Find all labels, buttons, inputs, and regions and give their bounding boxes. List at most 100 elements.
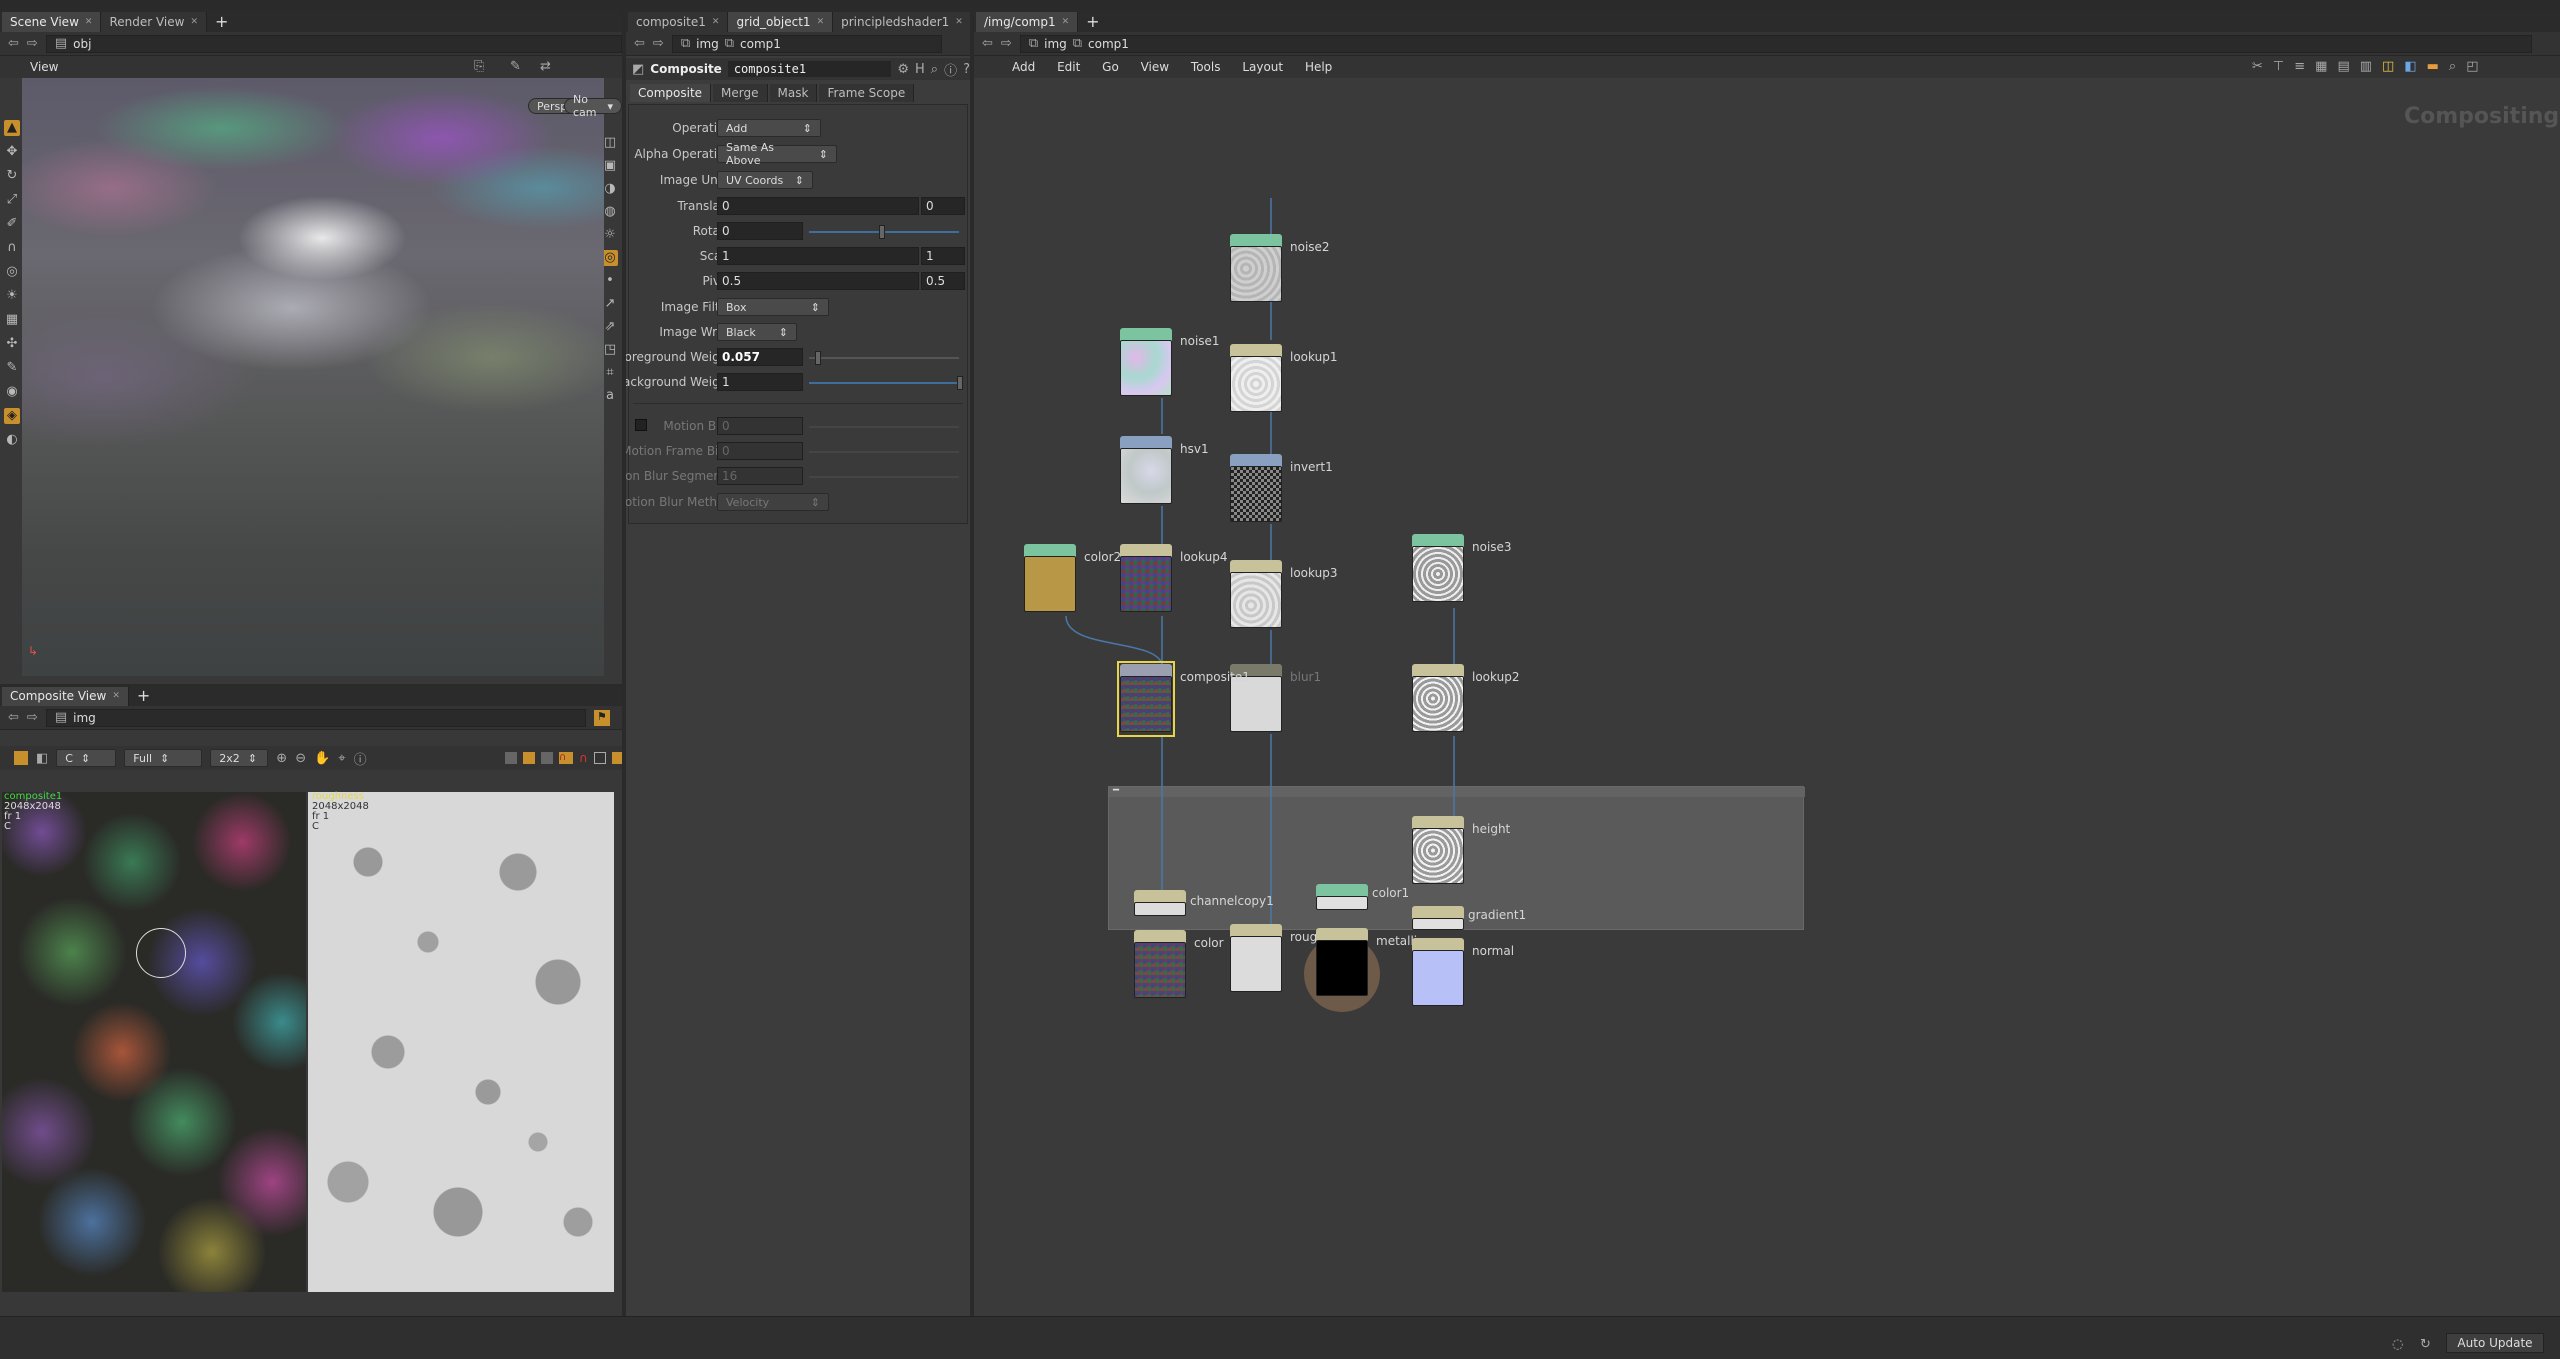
snap-icon[interactable]: ∩: [559, 752, 573, 764]
subtab-composite[interactable]: Composite: [630, 84, 712, 102]
compare-icon[interactable]: ◧: [36, 751, 48, 766]
viewer-handle-icon[interactable]: [136, 928, 186, 978]
forward-arrow-icon[interactable]: ⇨: [27, 36, 38, 51]
overlay-icon[interactable]: [523, 752, 535, 764]
scale-x-field[interactable]: 1: [717, 247, 919, 265]
shading-icon[interactable]: ◑: [602, 181, 618, 197]
gear-icon[interactable]: ⚙: [897, 62, 909, 77]
display-icon[interactable]: ◫: [602, 135, 618, 151]
back-arrow-icon[interactable]: ⇦: [8, 710, 19, 725]
camera-menu-button[interactable]: No cam ▾: [564, 93, 622, 119]
close-icon[interactable]: ✕: [712, 12, 720, 32]
refresh-icon[interactable]: ↻: [2420, 1337, 2431, 1352]
close-icon[interactable]: ✕: [955, 12, 963, 32]
scale-tool-icon[interactable]: ⤢: [4, 192, 20, 208]
node-color2[interactable]: color2: [1024, 544, 1121, 614]
alpha-operation-select[interactable]: Same As Above ⇕: [717, 141, 837, 167]
node-noise3[interactable]: noise3: [1412, 534, 1512, 604]
back-arrow-icon[interactable]: ⇦: [634, 36, 645, 51]
brush-icon[interactable]: ✐: [4, 216, 20, 232]
info-icon[interactable]: ⓘ: [944, 60, 957, 79]
layout-select[interactable]: 2x2 ⇕: [210, 749, 269, 767]
viewport-3d[interactable]: [22, 78, 604, 676]
text-icon[interactable]: a: [602, 388, 618, 404]
info-icon[interactable]: ⓘ: [354, 749, 367, 768]
pin-icon[interactable]: ⚑: [593, 709, 610, 726]
node-name-field[interactable]: composite1: [727, 61, 892, 77]
subtab-merge[interactable]: Merge: [713, 84, 768, 102]
scene-path-field[interactable]: ▤ obj: [45, 34, 622, 53]
light-icon[interactable]: ☀: [4, 288, 20, 304]
forward-arrow-icon[interactable]: ⇨: [27, 710, 38, 725]
wire-icon[interactable]: ◍: [602, 204, 618, 220]
search-icon[interactable]: ⌕: [931, 62, 938, 77]
foreground-weight-handle[interactable]: [815, 351, 821, 365]
handle-icon[interactable]: ✣: [4, 336, 20, 352]
add-tab-icon[interactable]: +: [129, 686, 158, 706]
pin-icon[interactable]: ✎: [510, 59, 521, 74]
pivot-x-field[interactable]: 0.5: [717, 272, 919, 290]
magnet-icon[interactable]: ∩: [579, 752, 588, 764]
node-lookup3[interactable]: lookup3: [1230, 560, 1337, 630]
snap-icon[interactable]: ◎: [4, 264, 20, 280]
tab-composite-view[interactable]: Composite View ✕: [2, 686, 129, 706]
pivot-y-field[interactable]: 0.5: [921, 272, 965, 290]
node-lookup1[interactable]: lookup1: [1230, 344, 1337, 414]
rotate-slider-handle[interactable]: [879, 225, 885, 239]
node-gradient1[interactable]: gradient1: [1412, 906, 1526, 932]
channel-select[interactable]: C ⇕: [56, 749, 117, 767]
node-channelcopy1[interactable]: channelcopy1: [1134, 890, 1274, 918]
translate-x-field[interactable]: 0: [717, 197, 919, 215]
image-filter-select[interactable]: Box ⇕: [717, 298, 829, 316]
camera-tool-icon[interactable]: ◈: [4, 408, 20, 424]
operation-select[interactable]: Add ⇕: [717, 119, 821, 137]
target-icon[interactable]: ⌖: [338, 751, 345, 766]
select-tool-icon[interactable]: ▲: [4, 120, 20, 136]
close-icon[interactable]: ✕: [190, 12, 198, 32]
zoom-out-icon[interactable]: ⊖: [295, 751, 306, 766]
node-height[interactable]: height: [1412, 816, 1510, 886]
node-color[interactable]: color: [1134, 930, 1224, 1000]
node-noise2[interactable]: noise2: [1230, 234, 1330, 304]
divider-vertical-2[interactable]: [970, 10, 974, 1316]
close-icon[interactable]: ✕: [112, 686, 120, 706]
node-lookup4[interactable]: lookup4: [1120, 544, 1227, 614]
paint-icon[interactable]: ✎: [4, 360, 20, 376]
normals-icon[interactable]: ↗: [602, 296, 618, 312]
vectors-icon[interactable]: ⇗: [602, 319, 618, 335]
close-icon[interactable]: ✕: [85, 12, 93, 32]
hand-icon[interactable]: ✋: [314, 751, 330, 766]
foreground-weight-field[interactable]: 0.057: [717, 348, 803, 366]
chat-icon[interactable]: ◌: [2392, 1337, 2403, 1352]
help-icon[interactable]: ?: [963, 62, 970, 77]
bounds-icon[interactable]: ⌗: [602, 365, 618, 381]
add-tab-icon[interactable]: +: [207, 12, 236, 32]
node-normal[interactable]: normal: [1412, 938, 1514, 1008]
subtab-mask[interactable]: Mask: [769, 84, 818, 102]
magnet-icon[interactable]: ∩: [4, 240, 20, 256]
rotate-field[interactable]: 0: [717, 222, 803, 240]
background-weight-field[interactable]: 1: [717, 373, 803, 391]
help-h-icon[interactable]: H: [915, 62, 925, 77]
guide-icon[interactable]: [541, 752, 553, 764]
rotate-tool-icon[interactable]: ↻: [4, 168, 20, 184]
node-roughness[interactable]: roughness: [1230, 924, 1352, 994]
tab-composite1[interactable]: composite1 ✕: [628, 12, 729, 32]
display-mode-icon[interactable]: [14, 751, 28, 765]
roughness-image-viewer[interactable]: [308, 792, 614, 1292]
node-color1[interactable]: color1: [1316, 884, 1409, 912]
scale-y-field[interactable]: 1: [921, 247, 965, 265]
image-units-select[interactable]: UV Coords ⇕: [717, 171, 813, 189]
background-weight-slider[interactable]: [809, 382, 959, 384]
grid-view-icon[interactable]: [593, 752, 606, 764]
divider-horizontal[interactable]: [0, 684, 622, 687]
node-metallic[interactable]: metallic: [1316, 928, 1424, 998]
translate-y-field[interactable]: 0: [921, 197, 965, 215]
points-icon[interactable]: •: [602, 273, 618, 289]
auto-update-button[interactable]: Auto Update: [2446, 1333, 2544, 1353]
light-bulb-icon[interactable]: ☼: [602, 227, 618, 243]
composite-image-viewer[interactable]: [2, 792, 306, 1292]
tab-principledshader1[interactable]: principledshader1 ✕: [833, 12, 970, 32]
node-invert1[interactable]: invert1: [1230, 454, 1333, 524]
image-wrap-select[interactable]: Black ⇕: [717, 323, 797, 341]
